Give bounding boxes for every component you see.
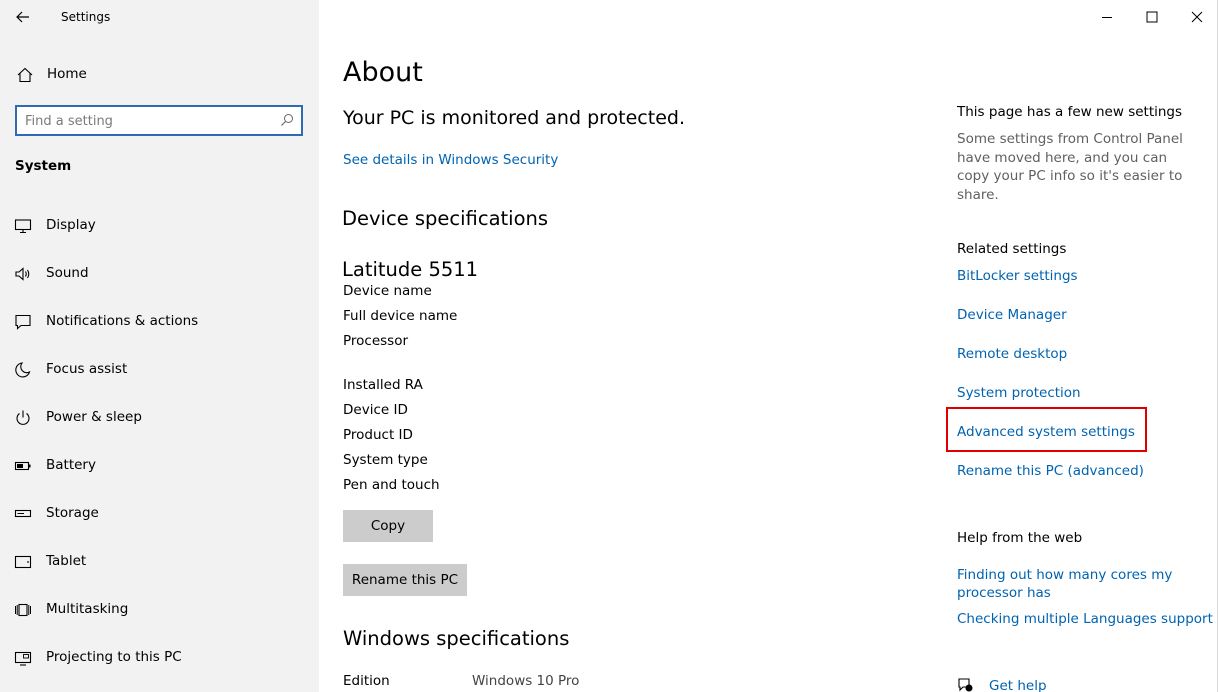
sidebar-item-label: Display [46, 217, 96, 233]
sidebar-item-label: Focus assist [46, 361, 128, 377]
related-settings-heading: Related settings [957, 241, 1067, 257]
rename-pc-button[interactable]: Rename this PC [343, 564, 467, 596]
sidebar-item-label: Home [47, 66, 87, 82]
windows-security-link[interactable]: See details in Windows Security [343, 152, 558, 168]
sidebar: Settings Home System Display Sound Notif… [0, 0, 319, 692]
remote-desktop-link[interactable]: Remote desktop [957, 346, 1067, 362]
maximize-button[interactable] [1129, 0, 1175, 34]
spec-label-installed-ram: Installed RA [343, 377, 423, 393]
close-icon [1191, 11, 1203, 23]
help-web-heading: Help from the web [957, 530, 1083, 546]
sidebar-item-notifications[interactable]: Notifications & actions [0, 302, 319, 342]
back-arrow-icon [16, 11, 29, 23]
battery-icon [14, 461, 31, 471]
device-model: Latitude 5511 [342, 258, 479, 281]
notifications-icon [15, 314, 31, 330]
sidebar-item-label: Battery [46, 457, 96, 473]
sound-icon [15, 267, 30, 281]
title-bar: Settings [0, 0, 319, 34]
sidebar-item-display[interactable]: Display [0, 206, 319, 246]
windows-specs-heading: Windows specifications [343, 627, 570, 650]
get-help-label: Get help [989, 678, 1047, 692]
multitasking-icon [15, 603, 31, 617]
back-button[interactable] [8, 4, 38, 30]
new-settings-text: Some settings from Control Panel have mo… [957, 131, 1183, 203]
spec-label-product-id: Product ID [343, 427, 413, 443]
sidebar-item-label: Projecting to this PC [46, 649, 182, 665]
device-manager-link[interactable]: Device Manager [957, 307, 1067, 323]
close-button[interactable] [1174, 0, 1218, 34]
cores-help-link[interactable]: Finding out how many cores my processor … [957, 566, 1187, 602]
sidebar-item-tablet[interactable]: Tablet [0, 542, 319, 582]
copy-button[interactable]: Copy [343, 510, 433, 542]
languages-help-link[interactable]: Checking multiple Languages support [957, 611, 1213, 627]
device-specs-heading: Device specifications [342, 207, 549, 230]
section-heading-system: System [15, 158, 72, 174]
spec-label-system-type: System type [343, 452, 428, 468]
page-title: About [343, 57, 423, 88]
display-icon [14, 219, 32, 234]
minimize-icon [1102, 17, 1112, 18]
sidebar-item-storage[interactable]: Storage [0, 494, 319, 534]
sidebar-item-battery[interactable]: Battery [0, 446, 319, 486]
spec-label-device-id: Device ID [343, 402, 408, 418]
system-protection-link[interactable]: System protection [957, 385, 1081, 401]
sidebar-item-projecting[interactable]: Projecting to this PC [0, 638, 319, 678]
sidebar-item-label: Notifications & actions [46, 313, 199, 329]
sidebar-item-multitasking[interactable]: Multitasking [0, 590, 319, 630]
app-title: Settings [61, 10, 111, 24]
spec-label-edition: Edition [343, 673, 390, 689]
sidebar-item-power-sleep[interactable]: Power & sleep [0, 398, 319, 438]
spec-label-processor: Processor [343, 333, 409, 349]
minimize-button[interactable] [1084, 0, 1130, 34]
spec-label-device-name: Device name [343, 283, 432, 299]
search-icon[interactable] [280, 113, 294, 127]
bitlocker-settings-link[interactable]: BitLocker settings [957, 268, 1078, 284]
advanced-system-settings-link[interactable]: Advanced system settings [957, 424, 1135, 440]
sidebar-item-sound[interactable]: Sound [0, 254, 319, 294]
power-icon [16, 410, 30, 425]
spec-label-pen-touch: Pen and touch [343, 477, 440, 493]
sidebar-item-label: Storage [46, 505, 99, 521]
rename-pc-advanced-link[interactable]: Rename this PC (advanced) [957, 463, 1144, 479]
sidebar-item-label: Tablet [46, 553, 87, 569]
tablet-icon [14, 555, 32, 569]
maximize-icon [1146, 11, 1158, 23]
sidebar-item-label: Power & sleep [46, 409, 142, 425]
get-help-icon [958, 678, 973, 692]
new-settings-heading: This page has a few new settings [957, 104, 1183, 120]
search-input[interactable] [25, 112, 270, 130]
storage-icon [14, 509, 32, 518]
moon-icon [15, 362, 31, 378]
protection-status: Your PC is monitored and protected. [343, 107, 685, 129]
projecting-icon [14, 651, 32, 666]
sidebar-item-focus-assist[interactable]: Focus assist [0, 350, 319, 390]
spec-label-full-device-name: Full device name [343, 308, 458, 324]
spec-value-edition: Windows 10 Pro [472, 673, 580, 689]
sidebar-item-home[interactable]: Home [0, 58, 319, 90]
sidebar-item-label: Multitasking [46, 601, 129, 617]
sidebar-item-label: Sound [46, 265, 89, 281]
search-box[interactable] [15, 105, 303, 136]
home-icon [17, 67, 33, 83]
